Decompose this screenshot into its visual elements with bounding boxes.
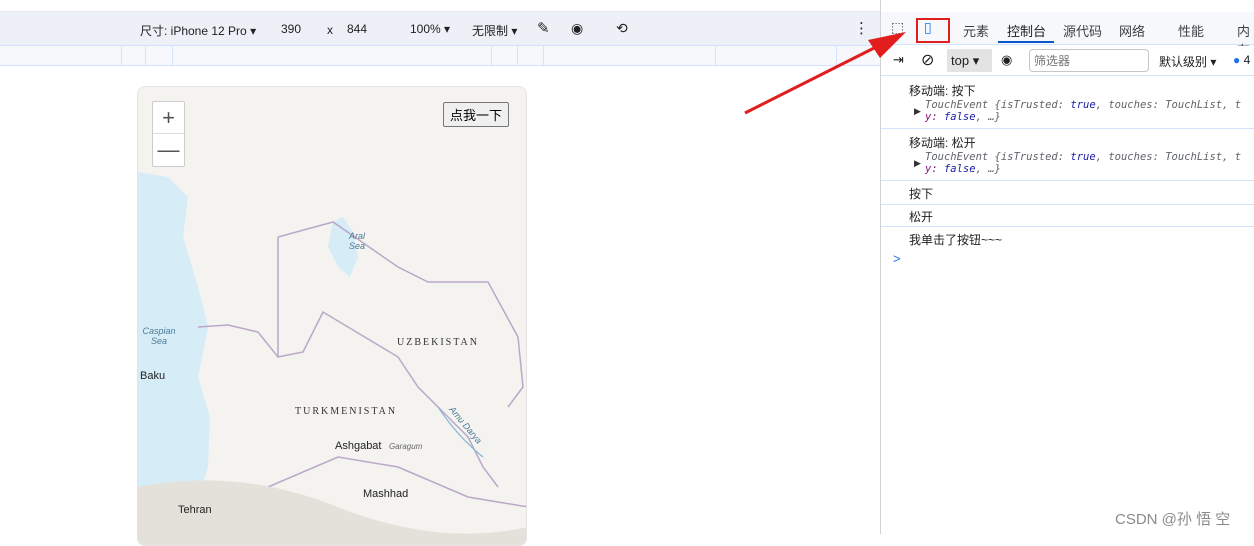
devtools-panel: ⬚ ▯ 元素 控制台 源代码 网络 性能 内存 ⇥ ⊘ top ▾ ◉ 默认级别… bbox=[880, 0, 1254, 534]
console-prompt[interactable]: > bbox=[893, 251, 901, 266]
mobile-page: + — 点我一下 Aral Sea Caspian Sea UZBEKISTAN… bbox=[137, 86, 527, 546]
times-label: x bbox=[327, 23, 333, 37]
map-label-turkmenistan: TURKMENISTAN bbox=[295, 406, 398, 417]
map-label-uzbekistan: UZBEKISTAN bbox=[397, 337, 479, 348]
console-toolbar: ⇥ ⊘ top ▾ ◉ 默认级别 ▾ ● 4 bbox=[881, 46, 1254, 76]
device-dimensions-select[interactable]: 尺寸: iPhone 12 Pro ▾ bbox=[140, 22, 256, 39]
tab-performance[interactable]: 性能 bbox=[1178, 21, 1204, 40]
more-icon[interactable]: ⋮ bbox=[854, 19, 869, 37]
console-message: 我单击了按钮~~~ bbox=[909, 233, 1003, 247]
issues-badge[interactable]: ● 4 bbox=[1233, 53, 1250, 67]
top-strip bbox=[0, 0, 880, 12]
device-toolbar: 尺寸: iPhone 12 Pro ▾ 390 x 844 100% ▾ 无限制… bbox=[0, 12, 880, 46]
eye-icon[interactable]: ◉ bbox=[571, 20, 583, 37]
context-select[interactable]: top ▾ bbox=[947, 49, 992, 72]
active-tab-indicator bbox=[998, 41, 1054, 43]
map-label-ashgabat: Ashgabat bbox=[335, 440, 382, 452]
expand-triangle-icon[interactable]: ▶ bbox=[914, 106, 921, 117]
inspect-icon[interactable]: ⬚ bbox=[891, 19, 904, 36]
map-label-tehran: Tehran bbox=[178, 504, 212, 516]
click-me-button[interactable]: 点我一下 bbox=[443, 102, 510, 127]
rotate-icon[interactable]: ⟲ bbox=[616, 20, 628, 37]
expand-triangle-icon[interactable]: ▶ bbox=[914, 158, 921, 169]
issues-icon: ● bbox=[1233, 53, 1241, 67]
width-input[interactable]: 390 bbox=[281, 22, 301, 36]
console-filter-input[interactable] bbox=[1029, 49, 1149, 72]
console-message: 松开 bbox=[881, 208, 1254, 227]
watermark: CSDN @孙 悟 空 bbox=[1115, 511, 1231, 528]
zoom-out-button[interactable]: — bbox=[153, 134, 184, 166]
eyedropper-icon[interactable]: ✎ bbox=[537, 19, 550, 37]
clear-console-icon[interactable]: ⊘ bbox=[921, 50, 934, 70]
map-label-garagum: Garagum bbox=[389, 442, 423, 451]
log-level-select[interactable]: 默认级别 ▾ bbox=[1159, 53, 1216, 70]
map-zoom-control: + — bbox=[152, 101, 185, 167]
devtools-tabs: ⬚ ▯ 元素 控制台 源代码 网络 性能 内存 bbox=[881, 12, 1254, 58]
zoom-in-button[interactable]: + bbox=[153, 102, 184, 134]
device-toggle-icon[interactable]: ▯ bbox=[924, 19, 932, 36]
height-input[interactable]: 844 bbox=[347, 22, 367, 36]
media-query-ruler[interactable] bbox=[0, 46, 880, 66]
map-label-caspian: Caspian Sea bbox=[142, 326, 176, 346]
device-toggle-highlight bbox=[916, 18, 950, 43]
console-message: 按下 bbox=[881, 185, 1254, 205]
sidebar-toggle-icon[interactable]: ⇥ bbox=[893, 52, 904, 68]
tab-sources[interactable]: 源代码 bbox=[1063, 21, 1102, 40]
map-label-mashhad: Mashhad bbox=[363, 488, 409, 500]
map-label-aral: Aral Sea bbox=[348, 231, 365, 251]
zoom-select[interactable]: 100% ▾ bbox=[410, 22, 450, 36]
tab-elements[interactable]: 元素 bbox=[963, 21, 989, 40]
map-label-baku: Baku bbox=[140, 370, 166, 382]
live-expression-eye-icon[interactable]: ◉ bbox=[1001, 52, 1012, 68]
tab-console[interactable]: 控制台 bbox=[1007, 21, 1046, 40]
throttle-select[interactable]: 无限制 ▾ bbox=[472, 22, 517, 39]
tab-network[interactable]: 网络 bbox=[1119, 21, 1145, 40]
console-message: 移动端: 松开 ▶ TouchEvent {isTrusted: true, t… bbox=[881, 134, 1254, 181]
map[interactable] bbox=[138, 87, 527, 546]
console-message: 移动端: 按下 ▶ TouchEvent {isTrusted: true, t… bbox=[881, 82, 1254, 129]
viewport-area: 尺寸: iPhone 12 Pro ▾ 390 x 844 100% ▾ 无限制… bbox=[0, 0, 880, 546]
